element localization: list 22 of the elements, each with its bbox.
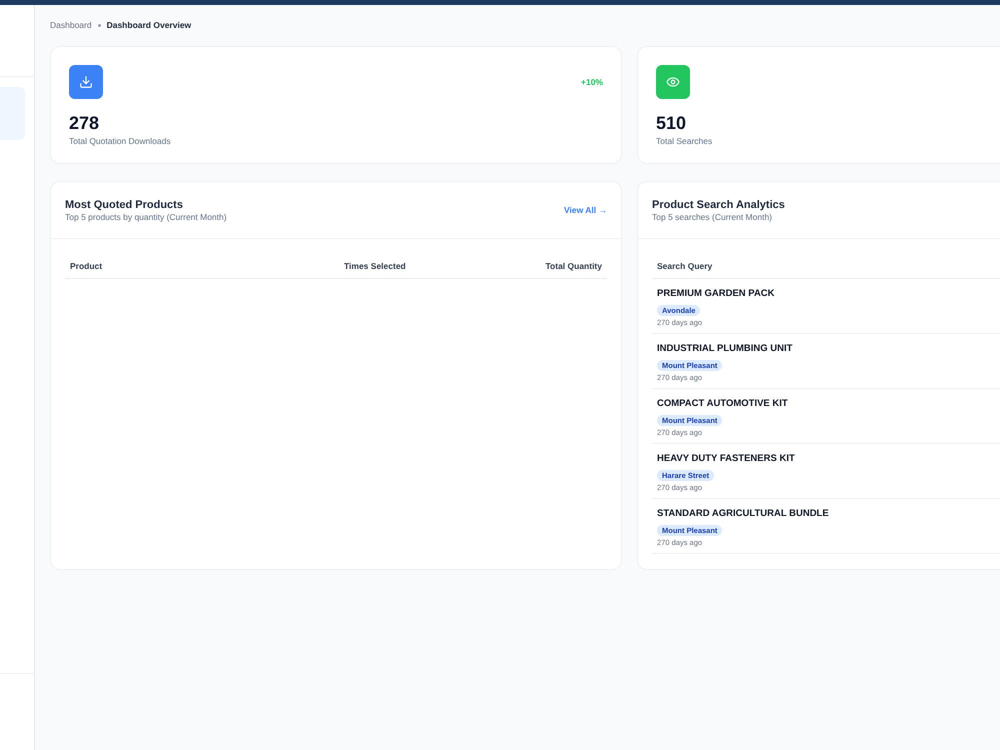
column-header: Times Selected xyxy=(343,260,407,270)
panel-subtitle: Top 5 searches (Current Month) xyxy=(652,212,773,222)
stat-value: 510 xyxy=(656,112,688,134)
panel-subtitle: Top 5 products by quantity (Current Month) xyxy=(65,212,227,222)
search-query: INDUSTRIAL PLUMBING UNIT xyxy=(657,343,792,355)
column-header: Search Query xyxy=(656,260,714,270)
stat-value: 278 xyxy=(69,112,100,134)
breadcrumb-link[interactable]: Dashboard xyxy=(50,20,92,30)
column-header: Total Quantity xyxy=(544,260,603,270)
panel-title: Product Search Analytics xyxy=(652,198,785,212)
trend-value: +10% xyxy=(581,77,603,87)
search-query: COMPACT AUTOMOTIVE KIT xyxy=(657,398,788,410)
panel-title: Most Quoted Products xyxy=(65,198,184,212)
stat-label: Total Quotation Downloads xyxy=(69,136,172,147)
column-header: Product xyxy=(69,260,104,270)
separator-dot-icon xyxy=(98,24,101,26)
search-query: PREMIUM GARDEN PACK xyxy=(657,288,775,300)
search-query: HEAVY DUTY FASTENERS KIT xyxy=(657,453,795,465)
search-query: STANDARD AGRICULTURAL BUNDLE xyxy=(657,508,829,520)
stat-label: Total Searches xyxy=(656,136,714,147)
breadcrumb-current: Dashboard Overview xyxy=(106,20,192,30)
view-all-link[interactable]: View All → xyxy=(564,205,607,215)
